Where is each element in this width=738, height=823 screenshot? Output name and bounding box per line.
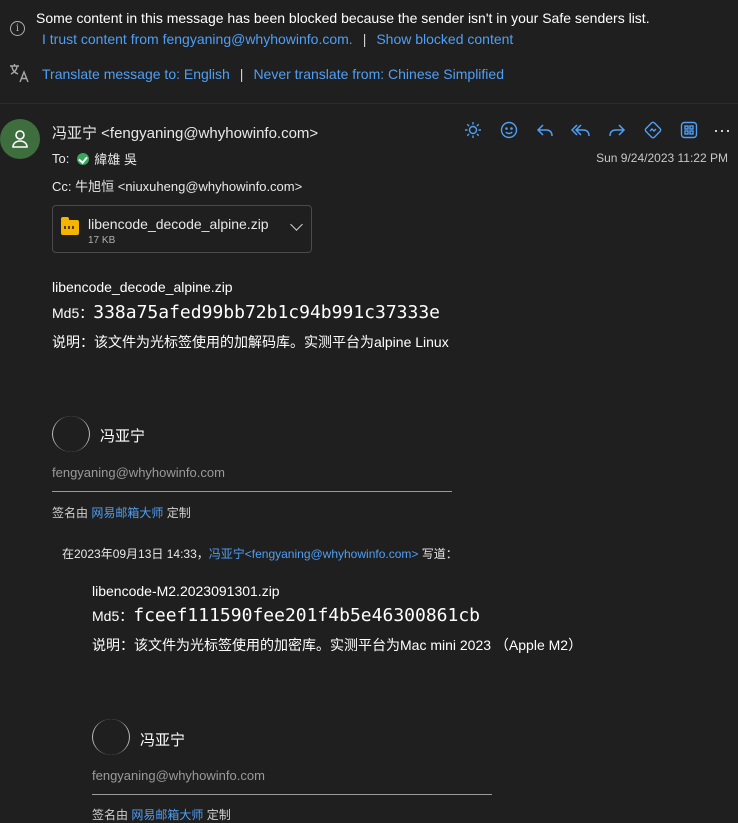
sender-from[interactable]: 冯亚宁 <fengyaning@whyhowinfo.com>	[52, 122, 318, 143]
never-translate-link[interactable]: Never translate from: Chinese Simplified	[253, 66, 504, 82]
quoted-signature-name: 冯亚宁	[140, 732, 186, 749]
info-icon: i	[10, 21, 25, 36]
safe-senders-infobar: i Some content in this message has been …	[0, 0, 738, 104]
signature-email: fengyaning@whyhowinfo.com	[52, 465, 225, 480]
signature-avatar	[52, 416, 90, 452]
separator: |	[362, 31, 367, 47]
quoted-signature-email: fengyaning@whyhowinfo.com	[92, 768, 265, 783]
trust-sender-link[interactable]: I trust content from fengyaning@whyhowin…	[42, 31, 353, 47]
credit-suffix: 定制	[203, 808, 231, 822]
to-label: To:	[52, 151, 70, 166]
translate-icon	[8, 62, 30, 84]
emoji-icon[interactable]	[491, 118, 527, 142]
to-recipient[interactable]: 緯雄 吳	[94, 149, 137, 168]
quoted-description: 说明：该文件为光标签使用的加密库。实测平台为Mac mini 2023 （App…	[92, 637, 583, 653]
quoted-header: 在2023年09月13日 14:33，冯亚宁<fengyaning@whyhow…	[62, 545, 458, 562]
quote-sender-link[interactable]: 冯亚宁<fengyaning@whyhowinfo.com>	[209, 547, 419, 561]
separator: |	[239, 66, 244, 82]
message-toolbar: ···	[455, 118, 737, 142]
reply-icon[interactable]	[527, 118, 563, 142]
reply-all-icon[interactable]	[563, 118, 599, 142]
quote-prefix: 在2023年09月13日 14:33，	[62, 547, 209, 561]
credit-link[interactable]: 网易邮箱大师	[91, 506, 163, 520]
quoted-md5-value: fceef111590fee201f4b5e46300861cb	[133, 605, 481, 626]
chevron-down-icon[interactable]	[290, 218, 303, 231]
show-blocked-content-link[interactable]: Show blocked content	[376, 31, 513, 47]
sun-icon[interactable]	[455, 118, 491, 142]
zip-file-icon	[61, 217, 79, 235]
body-md5: Md5：338a75afed99bb72b1c94b991c37333e	[52, 302, 440, 323]
cc-line: Cc: 牛旭恒 <niuxuheng@whyhowinfo.com>	[52, 176, 302, 195]
quoted-signature-avatar	[92, 719, 130, 755]
message-timestamp: Sun 9/24/2023 11:22 PM	[596, 151, 728, 165]
credit-prefix: 签名由	[92, 808, 132, 822]
apps-icon[interactable]	[671, 118, 707, 142]
credit-prefix: 签名由	[52, 506, 92, 520]
quote-suffix: 写道：	[418, 547, 458, 561]
translate-message-link[interactable]: Translate message to: English	[42, 66, 230, 82]
md5-value: 338a75afed99bb72b1c94b991c37333e	[93, 302, 441, 323]
body-description: 说明：该文件为光标签使用的加解码库。实测平台为alpine Linux	[52, 334, 449, 350]
teams-share-icon[interactable]	[635, 118, 671, 142]
quoted-filename: libencode-M2.2023091301.zip	[92, 583, 280, 599]
cc-recipient[interactable]: 牛旭恒 <niuxuheng@whyhowinfo.com>	[75, 179, 302, 194]
credit-link[interactable]: 网易邮箱大师	[131, 808, 203, 822]
attachment-card[interactable]: libencode_decode_alpine.zip 17 KB	[52, 205, 312, 253]
quoted-signature-divider	[92, 794, 492, 795]
quoted-md5: Md5：fceef111590fee201f4b5e46300861cb	[92, 605, 480, 626]
signature-name: 冯亚宁	[100, 428, 146, 445]
infobar-links: I trust content from fengyaning@whyhowin…	[42, 31, 513, 47]
sender-avatar[interactable]	[0, 119, 40, 159]
md5-label: Md5：	[52, 305, 94, 321]
more-icon[interactable]: ···	[707, 118, 737, 142]
quoted-md5-label: Md5：	[92, 608, 134, 624]
translate-links: Translate message to: English | Never tran…	[42, 66, 504, 82]
signature-divider	[52, 491, 452, 492]
body-filename: libencode_decode_alpine.zip	[52, 279, 233, 295]
presence-available-icon	[77, 152, 90, 165]
credit-suffix: 定制	[163, 506, 191, 520]
blocked-content-message: Some content in this message has been bl…	[36, 10, 650, 26]
to-line: To: 緯雄 吳	[52, 149, 137, 168]
cc-label: Cc:	[52, 179, 72, 194]
attachment-size: 17 KB	[88, 235, 116, 246]
person-icon	[12, 130, 28, 148]
attachment-name: libencode_decode_alpine.zip	[88, 216, 269, 232]
forward-icon[interactable]	[599, 118, 635, 142]
signature-credit: 签名由 网易邮箱大师 定制	[52, 504, 191, 521]
